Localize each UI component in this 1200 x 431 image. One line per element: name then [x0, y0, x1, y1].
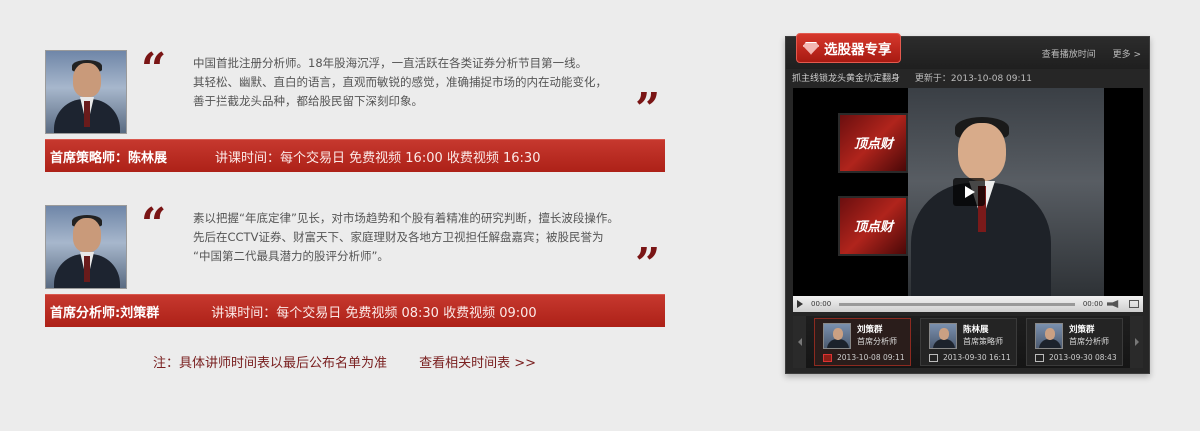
bio-line: 先后在CCTV证券、财富天下、家庭理财及各地方卫视担任解盘嘉宾；被股民誉为 — [193, 230, 604, 244]
video-info: 抓主线锁龙头黄金坑定翻身 更新于：2013-10-08 09:11 — [792, 71, 1144, 85]
fullscreen-icon[interactable] — [1129, 300, 1139, 308]
thumb-date: 2013-09-30 08:43 — [1049, 353, 1117, 362]
quote-open-icon: “ — [141, 44, 167, 95]
total-time: 00:00 — [1082, 300, 1103, 308]
update-time: 更新于：2013-10-08 09:11 — [914, 74, 1032, 84]
quote-close-icon: ” — [635, 84, 661, 135]
header-links: 查看播放时间 更多 > — [1028, 47, 1141, 60]
screen-logo: 顶点财 — [854, 220, 894, 235]
view-schedule-link[interactable]: 查看相关时间表 >> — [419, 356, 536, 371]
seek-bar[interactable] — [839, 302, 1075, 306]
thumb-name: 陈林展 — [963, 325, 989, 335]
thumb-role: 首席分析师 — [1069, 337, 1109, 346]
video-title: 抓主线锁龙头黄金坑定翻身 — [792, 74, 901, 84]
thumb-date: 2013-10-08 09:11 — [837, 353, 905, 362]
more-link[interactable]: 更多 > — [1113, 50, 1141, 60]
schedule-bar: 首席策略师：陈林展 讲课时间：每个交易日 免费视频 16:00 收费视频 16:… — [45, 139, 665, 172]
bio-line: 素以把握“年底定律”见长，对市场趋势和个股有着精准的研究判断，擅长波段操作。 — [193, 211, 619, 225]
video-icon — [823, 354, 832, 362]
quote-close-icon: ” — [635, 239, 661, 290]
playlist-item[interactable]: 陈林展 首席策略师 2013-09-30 16:11 — [920, 318, 1017, 366]
bio-line: 善于拦截龙头品种，都给股民留下深刻印象。 — [193, 94, 423, 108]
panel-header: 选股器专享 查看播放时间 更多 > — [786, 33, 1149, 69]
analyst-photo — [45, 50, 127, 134]
play-icon[interactable] — [953, 178, 985, 206]
schedule-note: 注：具体讲师时间表以最后公布名单为准 查看相关时间表 >> — [153, 352, 536, 371]
thumb-photo — [1035, 323, 1063, 349]
analyst-bio: 素以把握“年底定律”见长，对市场趋势和个股有着精准的研究判断，擅长波段操作。 先… — [193, 209, 633, 266]
thumb-name: 刘策群 — [1069, 325, 1095, 335]
volume-icon[interactable] — [1107, 300, 1119, 308]
thumb-photo — [823, 323, 851, 349]
thumb-date: 2013-09-30 16:11 — [943, 353, 1011, 362]
analyst-photo — [45, 205, 127, 289]
analyst-bio: 中国首批注册分析师。18年股海沉浮，一直活跃在各类证券分析节目第一线。 其轻松、… — [193, 54, 633, 111]
video-icon — [929, 354, 938, 362]
schedule-text: 讲课时间：每个交易日 免费视频 08:30 收费视频 09:00 — [211, 305, 537, 321]
gem-icon — [803, 41, 819, 55]
player-controls: 00:00 00:00 — [793, 296, 1143, 312]
thumb-photo — [929, 323, 957, 349]
video-panel: 选股器专享 查看播放时间 更多 > 抓主线锁龙头黄金坑定翻身 更新于：2013-… — [785, 33, 1150, 374]
brand-label: 选股器专享 — [824, 42, 892, 58]
brand-badge: 选股器专享 — [796, 33, 901, 63]
video-icon — [1035, 354, 1044, 362]
bio-line: 中国首批注册分析师。18年股海沉浮，一直活跃在各类证券分析节目第一线。 — [193, 56, 588, 70]
playlist-item[interactable]: 刘策群 首席分析师 2013-10-08 09:11 — [814, 318, 911, 366]
thumb-role: 首席策略师 — [963, 337, 1003, 346]
analyst-role: 首席策略师：陈林展 — [50, 150, 168, 166]
thumb-name: 刘策群 — [857, 325, 883, 335]
arrow-left-icon[interactable] — [793, 316, 806, 368]
bio-line: “中国第二代最具潜力的股评分析师”。 — [193, 249, 389, 263]
video-playlist: 刘策群 首席分析师 2013-10-08 09:11 陈林展 首席策略师 201… — [793, 316, 1143, 368]
thumb-role: 首席分析师 — [857, 337, 897, 346]
play-pause-button[interactable] — [793, 297, 807, 311]
studio-screen: 顶点财 — [838, 113, 908, 173]
note-text: 注：具体讲师时间表以最后公布名单为准 — [153, 356, 388, 371]
quote-open-icon: “ — [141, 199, 167, 250]
arrow-right-icon[interactable] — [1130, 316, 1143, 368]
bio-line: 其轻松、幽默、直白的语言，直观而敏锐的感觉，准确捕捉市场的内在动能变化， — [193, 75, 607, 89]
studio-screen: 顶点财 — [838, 196, 908, 256]
analyst-role: 首席分析师:刘策群 — [50, 305, 160, 321]
view-play-time-link[interactable]: 查看播放时间 — [1042, 50, 1096, 60]
playlist-item[interactable]: 刘策群 首席分析师 2013-09-30 08:43 — [1026, 318, 1123, 366]
schedule-text: 讲课时间：每个交易日 免费视频 16:00 收费视频 16:30 — [215, 150, 541, 166]
schedule-bar: 首席分析师:刘策群 讲课时间：每个交易日 免费视频 08:30 收费视频 09:… — [45, 294, 665, 327]
video-frame[interactable]: 顶点财 顶点财 — [793, 88, 1143, 296]
current-time: 00:00 — [811, 300, 832, 308]
screen-logo: 顶点财 — [854, 137, 894, 152]
